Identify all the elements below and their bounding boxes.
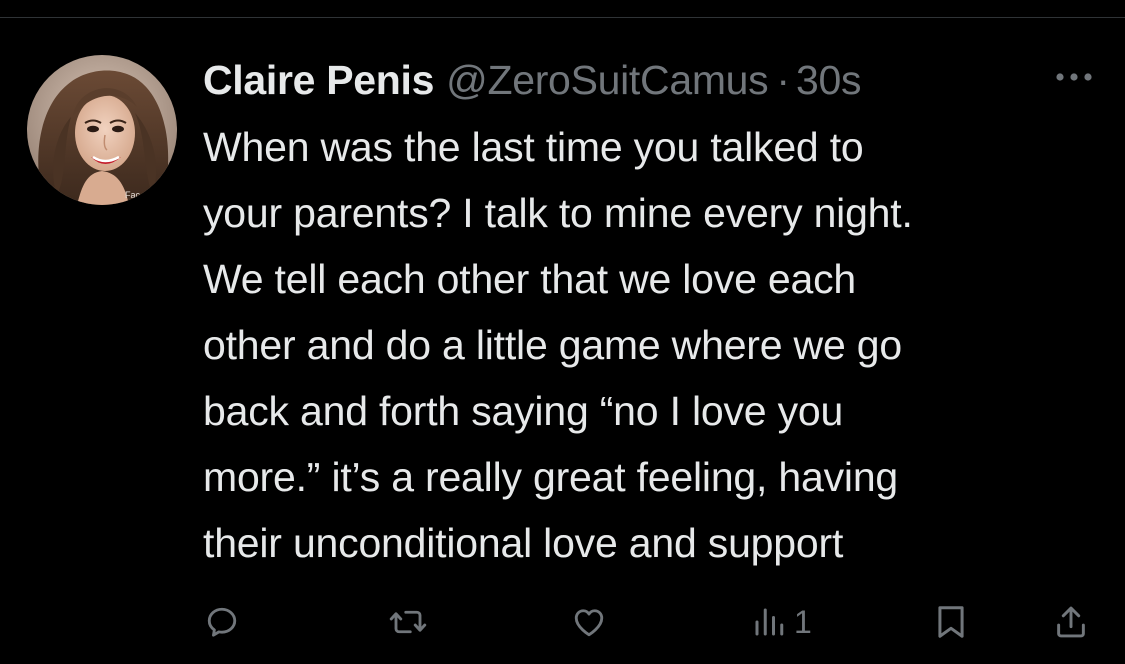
share-icon	[1057, 606, 1085, 638]
views-chart-icon	[755, 608, 784, 636]
avatar[interactable]: Fac	[27, 55, 177, 205]
like-button[interactable]	[570, 596, 608, 648]
share-button[interactable]	[1054, 596, 1088, 648]
more-options-button[interactable]	[1050, 62, 1098, 92]
bookmark-button[interactable]	[935, 596, 967, 648]
tweet-actions-bar: 1	[0, 596, 1125, 648]
avatar-image: Fac	[27, 55, 177, 205]
tweet-timestamp[interactable]: 30s	[796, 52, 862, 108]
reply-button[interactable]	[204, 596, 240, 648]
display-name[interactable]: Claire Penis	[203, 52, 434, 108]
reply-icon	[207, 607, 237, 637]
heart-icon	[574, 609, 604, 637]
tweet-text: When was the last time you talked to you…	[203, 124, 913, 566]
avatar-watermark: Fac	[125, 190, 141, 200]
views-button[interactable]: 1	[752, 596, 812, 648]
user-handle[interactable]: @ZeroSuitCamus	[446, 52, 769, 108]
tweet-header: Claire Penis @ZeroSuitCamus · 30s	[203, 52, 862, 108]
views-count: 1	[794, 604, 812, 640]
retweet-icon	[389, 610, 427, 634]
bookmark-icon	[938, 606, 964, 638]
more-dots-icon	[1056, 73, 1092, 81]
separator-dot: ·	[776, 57, 791, 103]
top-divider	[0, 17, 1125, 18]
retweet-button[interactable]	[388, 596, 428, 648]
